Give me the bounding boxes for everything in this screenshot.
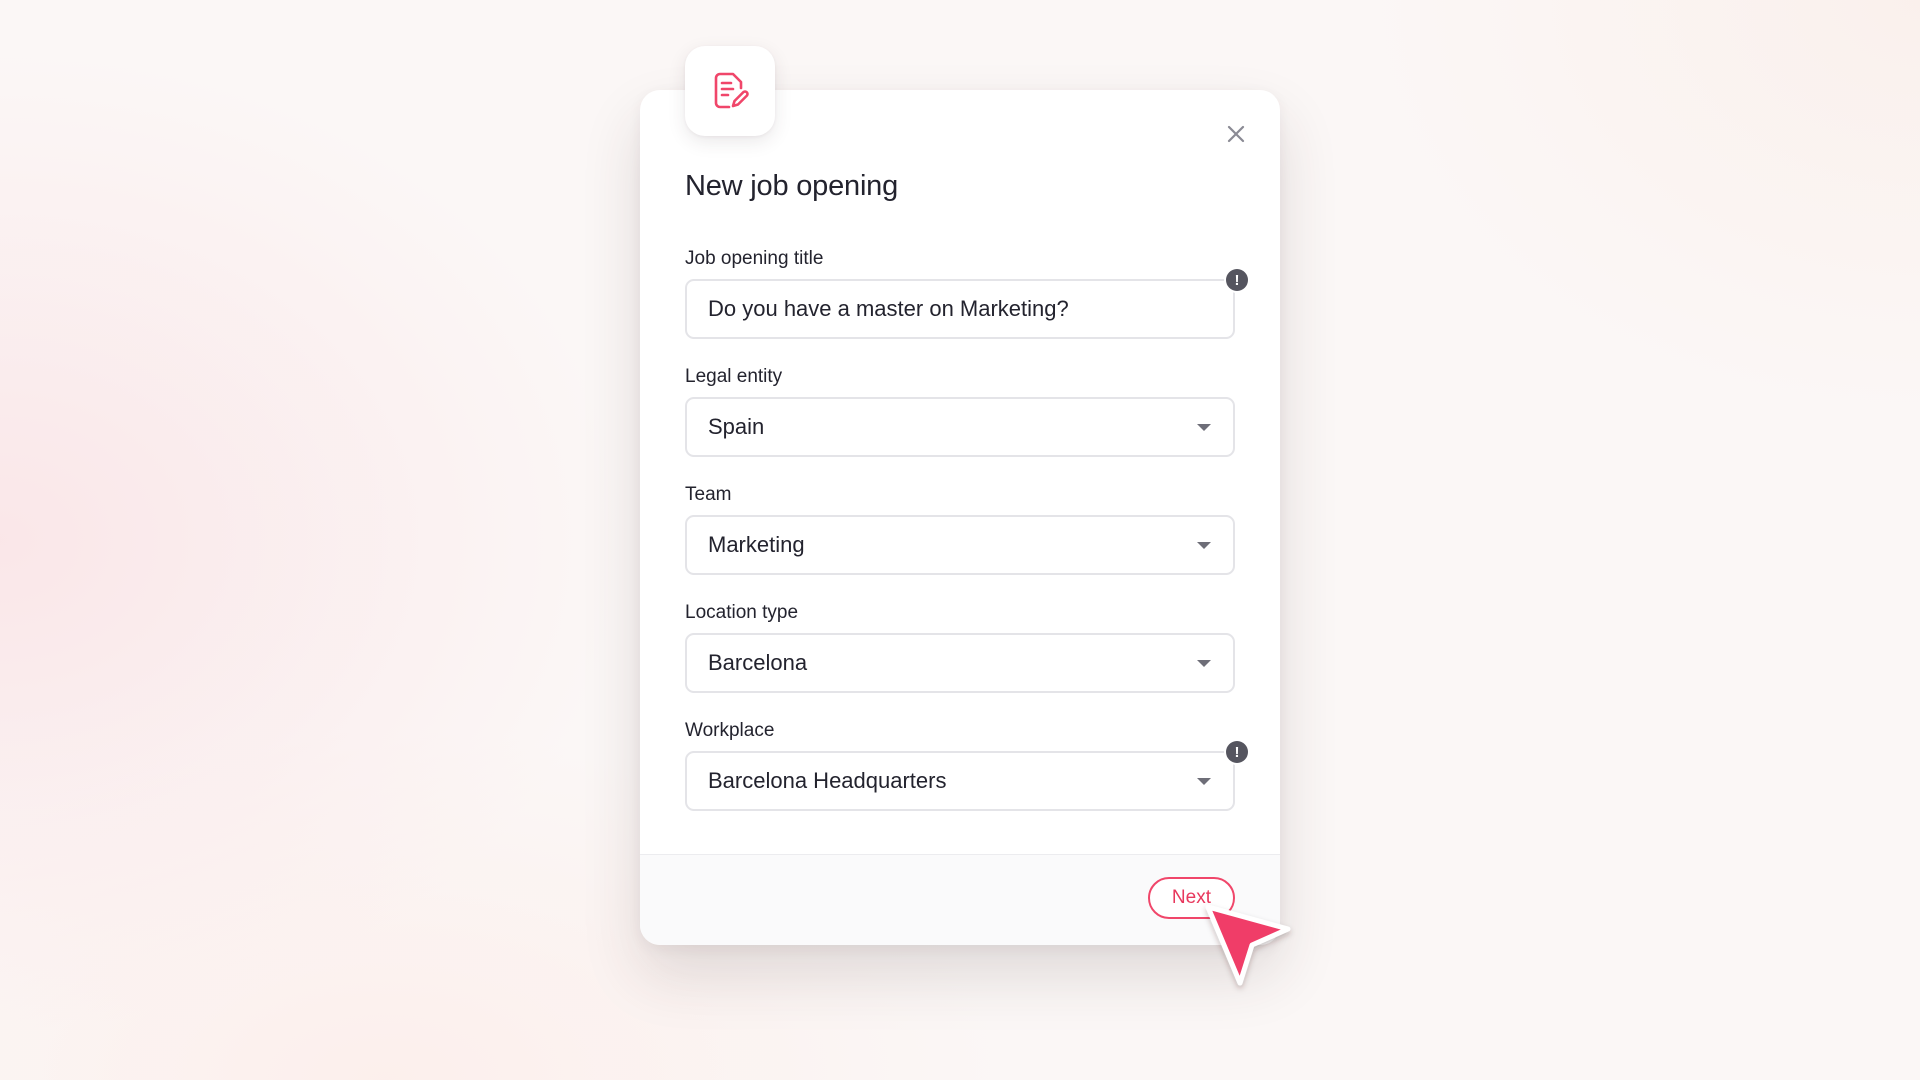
close-icon [1227,125,1245,143]
location-type-value: Barcelona [708,650,808,675]
legal-entity-value: Spain [708,414,765,439]
job-title-input[interactable]: Do you have a master on Marketing? ! [685,269,1248,339]
legal-entity-field: Legal entity Spain [685,363,1235,457]
team-select[interactable]: Marketing [685,515,1235,575]
workplace-value: Barcelona Headquarters [708,768,947,793]
workplace-field: Workplace Barcelona Headquarters ! [685,717,1248,811]
job-title-field: Job opening title Do you have a master o… [685,245,1248,339]
cursor-pointer-icon [1205,904,1291,986]
chevron-down-icon [1197,542,1211,549]
alert-icon: ! [1226,269,1248,291]
chevron-down-icon [1197,778,1211,785]
legal-entity-select[interactable]: Spain [685,397,1235,457]
alert-icon: ! [1226,741,1248,763]
close-button[interactable] [1218,116,1254,152]
location-type-label: Location type [685,602,799,623]
document-edit-icon [714,72,749,109]
workplace-select[interactable]: Barcelona Headquarters ! [685,741,1248,811]
job-title-label: Job opening title [685,248,824,269]
new-job-opening-modal: New job opening Job opening title Do you… [640,90,1280,945]
modal-footer: Next [640,854,1280,945]
modal-header-icon [685,46,775,136]
workplace-label: Workplace [685,720,775,741]
team-value: Marketing [708,532,805,557]
team-field: Team Marketing [685,481,1235,575]
chevron-down-icon [1197,424,1211,431]
job-title-value: Do you have a master on Marketing? [708,296,1069,321]
team-label: Team [685,484,732,505]
location-type-field: Location type Barcelona [685,599,1235,693]
modal-title: New job opening [685,170,899,202]
location-type-select[interactable]: Barcelona [685,633,1235,693]
chevron-down-icon [1197,660,1211,667]
legal-entity-label: Legal entity [685,366,783,387]
